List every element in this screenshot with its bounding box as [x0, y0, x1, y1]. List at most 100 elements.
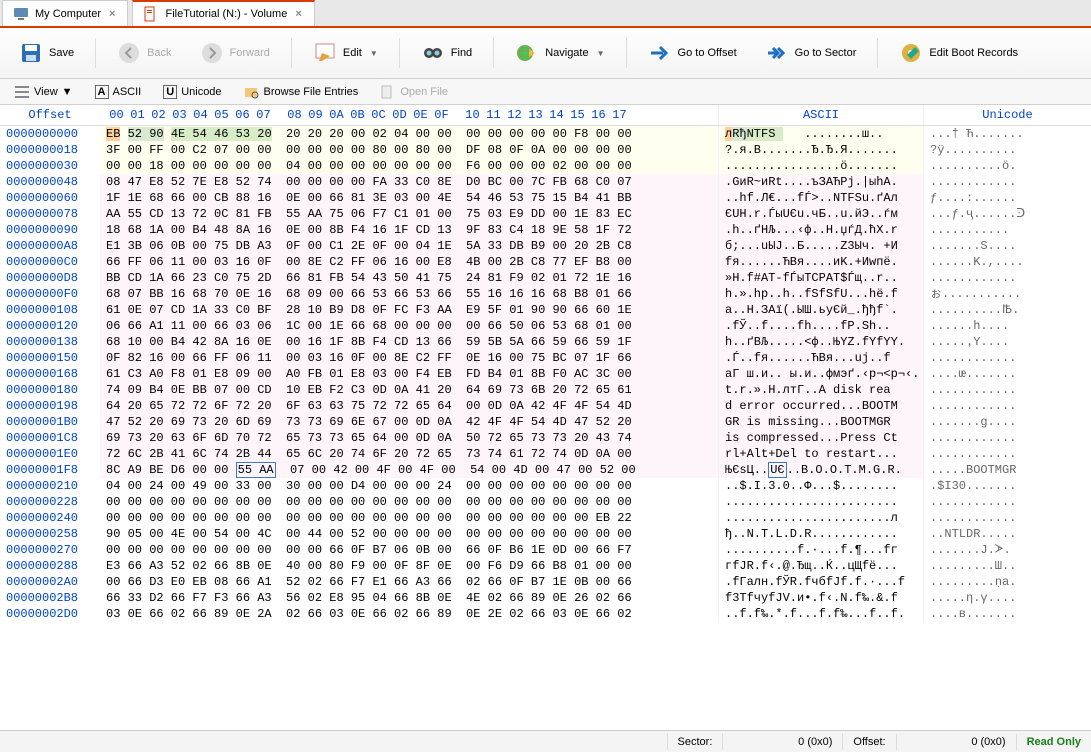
- hex-cell[interactable]: 00 66 D3 E0 EB 08 66 A1 52 02 66 F7 E1 6…: [100, 574, 718, 590]
- hex-cell[interactable]: 03 0E 66 02 66 89 0E 2A 02 66 03 0E 66 0…: [100, 606, 718, 622]
- hex-cell[interactable]: 00 00 00 00 00 00 00 00 00 00 66 0F B7 0…: [100, 542, 718, 558]
- close-icon[interactable]: ×: [293, 8, 303, 20]
- unicode-cell: .....η.γ....: [923, 590, 1091, 606]
- main-toolbar: Save Back Forward Edit ▼ Find Navigate ▼…: [0, 28, 1091, 79]
- tab-file-tutorial[interactable]: FileTutorial (N:) - Volume ×: [132, 0, 314, 26]
- unicode-cell: ..........Ꙓ.: [923, 302, 1091, 318]
- hex-cell[interactable]: 3F 00 FF 00 C2 07 00 00 00 00 00 00 80 0…: [100, 142, 718, 158]
- unicode-cell: .........Ш..: [923, 558, 1091, 574]
- hex-row[interactable]: 000000021004 00 24 00 49 00 33 00 30 00 …: [0, 478, 1091, 494]
- hex-row[interactable]: 00000002D003 0E 66 02 66 89 0E 2A 02 66 …: [0, 606, 1091, 622]
- goto-sector-button[interactable]: Go to Sector: [754, 34, 868, 72]
- unicode-cell: ......ָY....: [923, 334, 1091, 350]
- hex-cell[interactable]: 61 C3 A0 F8 01 E8 09 00 A0 FB 01 E8 03 0…: [100, 366, 718, 382]
- close-icon[interactable]: ×: [107, 8, 117, 20]
- save-button[interactable]: Save: [8, 34, 85, 72]
- forward-label: Forward: [230, 47, 270, 59]
- hex-cell[interactable]: 61 0E 07 CD 1A 33 C0 BF 28 10 B9 D8 0F F…: [100, 302, 718, 318]
- hex-cell[interactable]: 64 20 65 72 72 6F 72 20 6F 63 63 75 72 7…: [100, 398, 718, 414]
- hex-row[interactable]: 000000009018 68 1A 00 B4 48 8A 16 0E 00 …: [0, 222, 1091, 238]
- find-label: Find: [451, 47, 472, 59]
- hex-row[interactable]: 000000013868 10 00 B4 42 8A 16 0E 00 16 …: [0, 334, 1091, 350]
- hex-row[interactable]: 00000000601F 1E 68 66 00 CB 88 16 0E 00 …: [0, 190, 1091, 206]
- hex-row[interactable]: 00000000F068 07 BB 16 68 70 0E 16 68 09 …: [0, 286, 1091, 302]
- hex-cell[interactable]: 06 66 A1 11 00 66 03 06 1C 00 1E 66 68 0…: [100, 318, 718, 334]
- hex-row[interactable]: 00000000183F 00 FF 00 C2 07 00 00 00 00 …: [0, 142, 1091, 158]
- hex-cell[interactable]: E3 66 A3 52 02 66 8B 0E 40 00 80 F9 00 0…: [100, 558, 718, 574]
- hex-cell[interactable]: 04 00 24 00 49 00 33 00 30 00 00 D4 00 0…: [100, 478, 718, 494]
- open-file-button[interactable]: Open File: [374, 82, 454, 102]
- hex-row[interactable]: 00000002A000 66 D3 E0 EB 08 66 A1 52 02 …: [0, 574, 1091, 590]
- hex-row[interactable]: 0000000078AA 55 CD 13 72 0C 81 FB 55 AA …: [0, 206, 1091, 222]
- ascii-toggle[interactable]: A ASCII: [89, 83, 148, 101]
- unicode-cell: ............: [923, 174, 1091, 190]
- hex-cell[interactable]: 0F 82 16 00 66 FF 06 11 00 03 16 0F 00 8…: [100, 350, 718, 366]
- offset-cell: 0000000048: [0, 174, 100, 190]
- goto-offset-button[interactable]: Go to Offset: [637, 34, 748, 72]
- unicode-cell: .......g....: [923, 414, 1091, 430]
- offset-cell: 0000000090: [0, 222, 100, 238]
- offset-cell: 0000000288: [0, 558, 100, 574]
- hex-cell[interactable]: E1 3B 06 0B 00 75 DB A3 0F 00 C1 2E 0F 0…: [100, 238, 718, 254]
- find-button[interactable]: Find: [410, 34, 483, 72]
- hex-row[interactable]: 00000000D8BB CD 1A 66 23 C0 75 2D 66 81 …: [0, 270, 1091, 286]
- hex-row[interactable]: 00000001500F 82 16 00 66 FF 06 11 00 03 …: [0, 350, 1091, 366]
- hex-row[interactable]: 00000001F88C A9 BE D6 00 00 55 AA 07 00 …: [0, 462, 1091, 478]
- unicode-toggle[interactable]: U Unicode: [157, 83, 227, 101]
- hex-cell[interactable]: 66 FF 06 11 00 03 16 0F 00 8E C2 FF 06 1…: [100, 254, 718, 270]
- hex-cell[interactable]: 68 07 BB 16 68 70 0E 16 68 09 00 66 53 6…: [100, 286, 718, 302]
- hex-viewer[interactable]: Offset 000102030405060708090A0B0C0D0E0F1…: [0, 105, 1091, 730]
- forward-button[interactable]: Forward: [189, 34, 281, 72]
- hex-cell[interactable]: 47 52 20 69 73 20 6D 69 73 73 69 6E 67 0…: [100, 414, 718, 430]
- status-bar: Sector: 0 (0x0) Offset: 0 (0x0) Read Onl…: [0, 730, 1091, 752]
- hex-row[interactable]: 000000003000 00 18 00 00 00 00 00 04 00 …: [0, 158, 1091, 174]
- hex-cell[interactable]: 08 47 E8 52 7E E8 52 74 00 00 00 00 FA 3…: [100, 174, 718, 190]
- hex-cell[interactable]: 90 05 00 4E 00 54 00 4C 00 44 00 52 00 0…: [100, 526, 718, 542]
- hex-row[interactable]: 0000000288E3 66 A3 52 02 66 8B 0E 40 00 …: [0, 558, 1091, 574]
- hex-row[interactable]: 000000024000 00 00 00 00 00 00 00 00 00 …: [0, 510, 1091, 526]
- hex-row[interactable]: 000000027000 00 00 00 00 00 00 00 00 00 …: [0, 542, 1091, 558]
- navigate-button[interactable]: Navigate ▼: [504, 34, 615, 72]
- back-button[interactable]: Back: [106, 34, 182, 72]
- unicode-cell: ......K.,....: [923, 254, 1091, 270]
- view-button[interactable]: View ▼: [8, 82, 79, 102]
- hex-row[interactable]: 000000018074 09 B4 0E BB 07 00 CD 10 EB …: [0, 382, 1091, 398]
- browse-entries-button[interactable]: Browse File Entries: [238, 82, 365, 102]
- unicode-cell: ............: [923, 430, 1091, 446]
- hex-row[interactable]: 000000019864 20 65 72 72 6F 72 20 6F 63 …: [0, 398, 1091, 414]
- hex-cell[interactable]: EB 52 90 4E 54 46 53 20 20 20 20 00 02 0…: [100, 126, 718, 142]
- hex-row[interactable]: 00000001E072 6C 2B 41 6C 74 2B 44 65 6C …: [0, 446, 1091, 462]
- hex-row[interactable]: 00000001C869 73 20 63 6F 6D 70 72 65 73 …: [0, 430, 1091, 446]
- hex-cell[interactable]: 68 10 00 B4 42 8A 16 0E 00 16 1F 8B F4 C…: [100, 334, 718, 350]
- hex-cell[interactable]: AA 55 CD 13 72 0C 81 FB 55 AA 75 06 F7 C…: [100, 206, 718, 222]
- hex-row[interactable]: 000000010861 0E 07 CD 1A 33 C0 BF 28 10 …: [0, 302, 1091, 318]
- hex-cell[interactable]: 00 00 18 00 00 00 00 00 04 00 00 00 00 0…: [100, 158, 718, 174]
- hex-cell[interactable]: 69 73 20 63 6F 6D 70 72 65 73 73 65 64 0…: [100, 430, 718, 446]
- hex-row[interactable]: 0000000000EB 52 90 4E 54 46 53 20 20 20 …: [0, 126, 1091, 142]
- hex-cell[interactable]: 00 00 00 00 00 00 00 00 00 00 00 00 00 0…: [100, 494, 718, 510]
- hex-row[interactable]: 000000022800 00 00 00 00 00 00 00 00 00 …: [0, 494, 1091, 510]
- edit-button[interactable]: Edit ▼: [302, 34, 389, 72]
- hex-cell[interactable]: 74 09 B4 0E BB 07 00 CD 10 EB F2 C3 0D 0…: [100, 382, 718, 398]
- tab-my-computer[interactable]: My Computer ×: [2, 0, 128, 26]
- hex-row[interactable]: 000000012006 66 A1 11 00 66 03 06 1C 00 …: [0, 318, 1091, 334]
- hex-cell[interactable]: 8C A9 BE D6 00 00 55 AA 07 00 42 00 4F 0…: [100, 462, 718, 478]
- hex-cell[interactable]: 18 68 1A 00 B4 48 8A 16 0E 00 8B F4 16 1…: [100, 222, 718, 238]
- hex-cell[interactable]: BB CD 1A 66 23 C0 75 2D 66 81 FB 54 43 5…: [100, 270, 718, 286]
- hex-row[interactable]: 000000016861 C3 A0 F8 01 E8 09 00 A0 FB …: [0, 366, 1091, 382]
- hex-cell[interactable]: 66 33 D2 66 F7 F3 66 A3 56 02 E8 95 04 6…: [100, 590, 718, 606]
- arrow-right-icon: [200, 41, 224, 65]
- hex-cell[interactable]: 00 00 00 00 00 00 00 00 00 00 00 00 00 0…: [100, 510, 718, 526]
- ascii-cell: гfЈR.f‹.@.Ђщ..Ќ..цЩfё...: [718, 558, 923, 574]
- binocular-icon: [421, 41, 445, 65]
- hex-row[interactable]: 000000025890 05 00 4E 00 54 00 4C 00 44 …: [0, 526, 1091, 542]
- hex-row[interactable]: 00000000A8E1 3B 06 0B 00 75 DB A3 0F 00 …: [0, 238, 1091, 254]
- hex-row[interactable]: 000000004808 47 E8 52 7E E8 52 74 00 00 …: [0, 174, 1091, 190]
- hex-cell[interactable]: 1F 1E 68 66 00 CB 88 16 0E 00 66 81 3E 0…: [100, 190, 718, 206]
- hex-row[interactable]: 00000000C066 FF 06 11 00 03 16 0F 00 8E …: [0, 254, 1091, 270]
- hex-cell[interactable]: 72 6C 2B 41 6C 74 2B 44 65 6C 20 74 6F 2…: [100, 446, 718, 462]
- hex-row[interactable]: 00000002B866 33 D2 66 F7 F3 66 A3 56 02 …: [0, 590, 1091, 606]
- hex-row[interactable]: 00000001B047 52 20 69 73 20 6D 69 73 73 …: [0, 414, 1091, 430]
- header-offset: Offset: [0, 105, 100, 125]
- edit-boot-button[interactable]: Edit Boot Records: [888, 34, 1029, 72]
